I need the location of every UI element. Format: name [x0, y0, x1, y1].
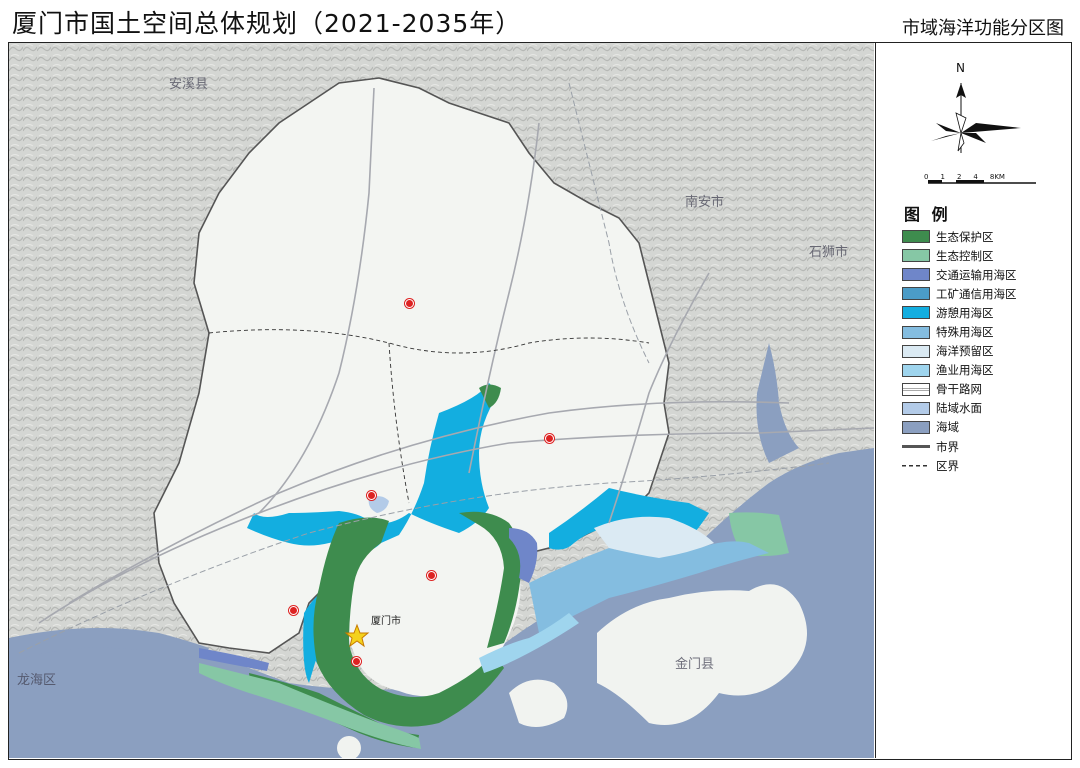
- legend-swatch: [902, 344, 930, 358]
- map-svg: [9, 43, 874, 758]
- legend-label: 生态控制区: [936, 248, 994, 263]
- legend-item: 交通运输用海区: [902, 265, 1017, 284]
- scale-label: 0: [924, 173, 929, 181]
- scale-label: 4: [973, 173, 978, 181]
- scale-label: 2: [956, 173, 962, 181]
- legend-label: 生态保护区: [936, 229, 994, 244]
- legend-swatch: [902, 363, 930, 377]
- district-seat-marker: [352, 657, 361, 666]
- legend-swatch: [902, 401, 930, 415]
- xiamen-city-label: 厦门市: [371, 616, 401, 627]
- legend-swatch: [902, 459, 930, 473]
- legend-label: 海洋预留区: [936, 344, 994, 359]
- legend-label: 渔业用海区: [936, 363, 994, 378]
- longhai-label: 龙海区: [17, 673, 57, 688]
- legend-label: 海域: [936, 420, 959, 435]
- legend-item: 工矿通信用海区: [902, 284, 1017, 303]
- legend-item: 陆域水面: [902, 399, 1017, 418]
- map-title: 厦门市国土空间总体规划（2021-2035年）: [12, 9, 522, 38]
- legend-label: 骨干路网: [936, 382, 982, 397]
- legend-label: 交通运输用海区: [936, 267, 1017, 282]
- district-seat-marker: [367, 491, 376, 500]
- legend-swatch: [902, 249, 930, 263]
- legend-item: 游憩用海区: [902, 303, 1017, 322]
- district-seat-marker: [405, 299, 414, 308]
- map-subtitle: 市域海洋功能分区图: [902, 18, 1064, 39]
- scale-label: 1: [940, 173, 945, 181]
- legend-item: 海域: [902, 418, 1017, 437]
- legend-swatch: [902, 420, 930, 434]
- legend-swatch: [902, 306, 930, 320]
- legend-label: 区界: [936, 458, 959, 473]
- district-seat-marker: [545, 434, 554, 443]
- legend-title: 图 例: [904, 205, 951, 224]
- scale-label: 8KM: [989, 173, 1005, 181]
- legend-label: 陆域水面: [936, 401, 982, 416]
- legend-swatch: [902, 382, 930, 396]
- legend-swatch: [902, 287, 930, 301]
- legend-item: 区界: [902, 456, 1017, 475]
- legend-item: 骨干路网: [902, 380, 1017, 399]
- legend-label: 特殊用海区: [936, 325, 994, 340]
- legend-label: 工矿通信用海区: [936, 286, 1017, 301]
- legend-swatch: [902, 440, 930, 454]
- district-seat-marker: [427, 571, 436, 580]
- legend-swatch: [902, 230, 930, 244]
- legend-item: 海洋预留区: [902, 342, 1017, 361]
- legend-label: 游憩用海区: [936, 305, 994, 320]
- legend-item: 生态保护区: [902, 227, 1017, 246]
- legend-item: 渔业用海区: [902, 361, 1017, 380]
- legend-item: 市界: [902, 437, 1017, 456]
- scale-bar-labels: 0 1 2 4 8KM: [924, 173, 1005, 181]
- anxi-label: 安溪县: [169, 77, 209, 92]
- legend-panel: N 0 1 2 4 8KM 图 例 生态保护区生态控制区交通运输用海区 工矿通信用…: [875, 43, 1071, 758]
- north-arrow-icon: [928, 83, 1036, 184]
- legend-list: 生态保护区生态控制区交通运输用海区 工矿通信用海区 游憩用海区特殊用海区海洋预留区渔…: [902, 227, 1017, 475]
- legend-label: 市界: [936, 439, 959, 454]
- jinmen-label: 金门县: [675, 657, 715, 672]
- legend-item: 特殊用海区: [902, 322, 1017, 341]
- legend-swatch: [902, 268, 930, 282]
- nanan-label: 南安市: [685, 195, 725, 210]
- legend-swatch: [902, 325, 930, 339]
- district-seat-marker: [289, 606, 298, 615]
- shishi-label: 石狮市: [809, 245, 849, 260]
- map-frame: 厦门市 金门县 龙海区 安溪县 南安市 石狮市 N 0 1 2 4 8KM 图 …: [8, 42, 1072, 760]
- north-label: N: [956, 61, 965, 75]
- map-canvas[interactable]: 厦门市 金门县 龙海区 安溪县 南安市 石狮市: [9, 43, 874, 758]
- legend-item: 生态控制区: [902, 246, 1017, 265]
